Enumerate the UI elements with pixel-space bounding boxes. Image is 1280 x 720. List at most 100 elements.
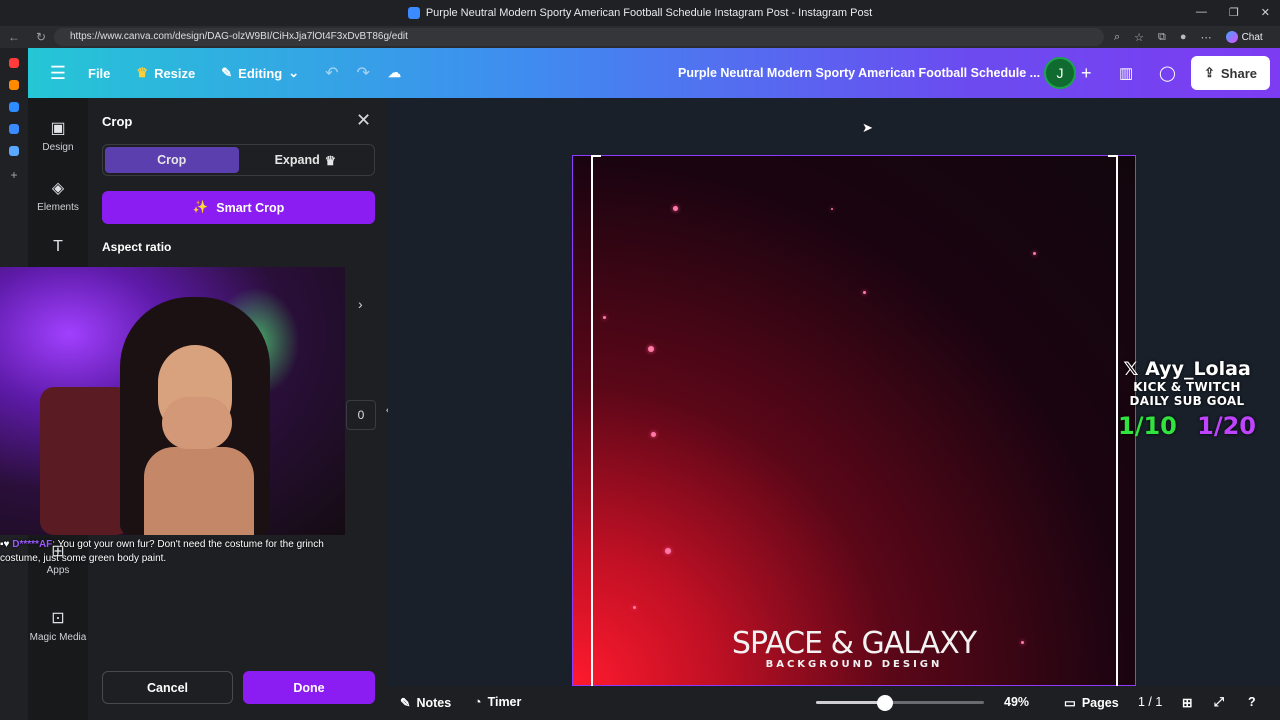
chat-label: Chat <box>1241 31 1263 43</box>
zoom-icon[interactable]: ⌕ <box>1114 31 1120 44</box>
smart-crop-button[interactable]: ✨ Smart Crop <box>102 191 375 224</box>
sub-goals: 1/10 1/20 <box>1112 412 1262 440</box>
cancel-button[interactable]: Cancel <box>102 671 233 704</box>
restore-icon[interactable]: ❐ <box>1229 6 1239 19</box>
extensions-icon[interactable]: ⧉ <box>1158 31 1166 44</box>
pages-button[interactable]: ▭ Pages <box>1064 695 1119 711</box>
timer-icon: ◔ <box>474 695 482 709</box>
sidebar-app-icon[interactable] <box>9 102 19 112</box>
tab-expand[interactable]: Expand ♛ <box>239 147 373 173</box>
streamer-name: Ayy_Lolaa <box>1145 358 1251 380</box>
hamburger-menu-icon[interactable]: ☰ <box>28 63 88 84</box>
rail-item-elements[interactable]: ◈ Elements <box>28 178 88 213</box>
crop-handle-top-left[interactable] <box>591 155 601 165</box>
sidebar-add-icon[interactable]: + <box>10 168 17 182</box>
editing-label: Editing <box>238 65 283 81</box>
sidebar-app-icon[interactable] <box>9 124 19 134</box>
sidebar-app-icon[interactable] <box>9 80 19 90</box>
timer-label: Timer <box>487 695 522 709</box>
zoom-value[interactable]: 49% <box>1004 695 1029 709</box>
editing-mode-button[interactable]: ✎ Editing ⌄ <box>221 65 299 81</box>
favorite-icon[interactable]: ☆ <box>1134 31 1144 44</box>
undo-icon[interactable]: ↶ <box>325 63 338 83</box>
rail-item-text[interactable]: T <box>28 238 88 260</box>
webcam-person <box>120 297 270 535</box>
crown-icon: ♛ <box>136 65 149 80</box>
rail-label: Apps <box>46 565 70 576</box>
browser-toolbar-right: ⌕ ☆ ⧉ ● ⋯ Chat <box>1114 31 1263 44</box>
tab-crop[interactable]: Crop <box>105 147 239 173</box>
url-bar[interactable]: https://www.canva.com/design/DAG-olzW9BI… <box>54 28 1104 46</box>
comment-icon[interactable]: ◯ <box>1159 64 1176 82</box>
magic-media-icon: ⊡ <box>51 610 65 627</box>
reload-icon[interactable]: ↻ <box>36 30 46 44</box>
chevron-down-icon: ⌄ <box>288 65 300 80</box>
close-icon[interactable]: ✕ <box>356 110 371 131</box>
webcam-chair <box>40 387 130 535</box>
tab-title[interactable]: Purple Neutral Modern Sporty American Fo… <box>426 7 872 19</box>
stream-sub-goal-overlay: 𝕏 Ayy_Lolaa KICK & TWITCH DAILY SUB GOAL… <box>1112 358 1262 440</box>
done-button[interactable]: Done <box>243 671 375 704</box>
back-icon[interactable]: ← <box>8 30 20 44</box>
chevron-right-icon[interactable]: › <box>358 296 363 312</box>
insights-icon[interactable]: ▥ <box>1119 64 1133 82</box>
minimize-icon[interactable]: — <box>1196 6 1207 19</box>
crop-frame[interactable] <box>591 155 1118 686</box>
sidebar-app-icon[interactable] <box>9 58 19 68</box>
document-title[interactable]: Purple Neutral Modern Sporty American Fo… <box>678 66 1040 80</box>
notes-button[interactable]: ✎ Notes <box>400 695 452 711</box>
streamer-handle: 𝕏 Ayy_Lolaa <box>1112 358 1262 380</box>
notes-label: Notes <box>416 695 452 710</box>
help-icon[interactable]: ? <box>1248 695 1256 709</box>
redo-icon[interactable]: ↷ <box>357 63 370 83</box>
smart-crop-label: Smart Crop <box>216 200 285 215</box>
share-label: Share <box>1220 65 1258 81</box>
nav-buttons: ← ↻ <box>0 30 50 44</box>
canva-tab-icon <box>407 7 420 19</box>
fullscreen-icon[interactable]: ⤢ <box>1214 695 1224 710</box>
goal-kick: 1/10 <box>1118 412 1177 440</box>
zoom-slider-knob[interactable] <box>876 695 893 711</box>
resize-label: Resize <box>154 65 196 81</box>
aspect-ratio-heading: Aspect ratio <box>102 240 172 254</box>
more-icon[interactable]: ⋯ <box>1201 31 1212 44</box>
rotation-input[interactable]: 0 <box>346 400 376 430</box>
zoom-slider-fill <box>816 701 885 704</box>
crown-icon: ♛ <box>324 153 336 168</box>
rail-item-magic-media[interactable]: ⊡ Magic Media <box>28 608 88 643</box>
resize-button[interactable]: ♛ Resize <box>136 65 195 81</box>
panel-title: Crop <box>102 114 133 129</box>
pages-icon: ▭ <box>1064 696 1076 710</box>
close-window-icon[interactable]: ✕ <box>1261 6 1270 19</box>
profile-icon[interactable]: ● <box>1180 31 1187 43</box>
file-menu[interactable]: File <box>88 66 110 81</box>
grid-view-icon[interactable]: ⊞ <box>1182 695 1192 710</box>
x-logo-icon: 𝕏 <box>1123 358 1139 380</box>
crop-handle-top-right[interactable] <box>1108 155 1118 165</box>
address-row: ← ↻ https://www.canva.com/design/DAG-olz… <box>0 26 1280 48</box>
webcam-hand <box>162 397 232 449</box>
rail-label: Elements <box>37 202 79 213</box>
stream-chat-message: ▪♥ D*****AF: You got your own fur? Don't… <box>0 538 345 566</box>
sparkle-icon: ✨ <box>192 200 209 214</box>
timer-button[interactable]: ◔ Timer <box>474 695 521 709</box>
text-icon: T <box>53 238 63 255</box>
rail-item-design[interactable]: ▣ Design <box>28 118 88 153</box>
zoom-slider[interactable] <box>816 695 984 711</box>
rail-label: Magic Media <box>29 632 87 643</box>
sidebar-app-icon[interactable] <box>9 146 19 156</box>
pages-label: Pages <box>1081 695 1119 710</box>
canva-top-bar: ☰ File ♛ Resize ✎ Editing ⌄ ↶ ↷ ☁ Purple… <box>28 48 1280 98</box>
pencil-icon: ✎ <box>221 65 233 80</box>
invite-plus-icon[interactable]: + <box>1081 63 1092 84</box>
copilot-chat-button[interactable]: Chat <box>1225 31 1263 43</box>
crop-mode-toggle: Crop Expand ♛ <box>102 144 375 176</box>
page-count: 1 / 1 <box>1138 695 1163 709</box>
share-icon: ⇪ <box>1203 65 1215 80</box>
cloud-save-icon[interactable]: ☁ <box>388 65 401 81</box>
canvas-bottom-bar: ✎ Notes ◔ Timer 49% ▭ Pages 1 / 1 ⊞ ⤢ ? <box>388 686 1280 720</box>
overlay-line-2: DAILY SUB GOAL <box>1129 394 1245 408</box>
avatar[interactable]: J <box>1044 57 1076 89</box>
browser-title-bar: Purple Neutral Modern Sporty American Fo… <box>0 0 1280 26</box>
share-button[interactable]: ⇪ Share <box>1191 56 1270 90</box>
